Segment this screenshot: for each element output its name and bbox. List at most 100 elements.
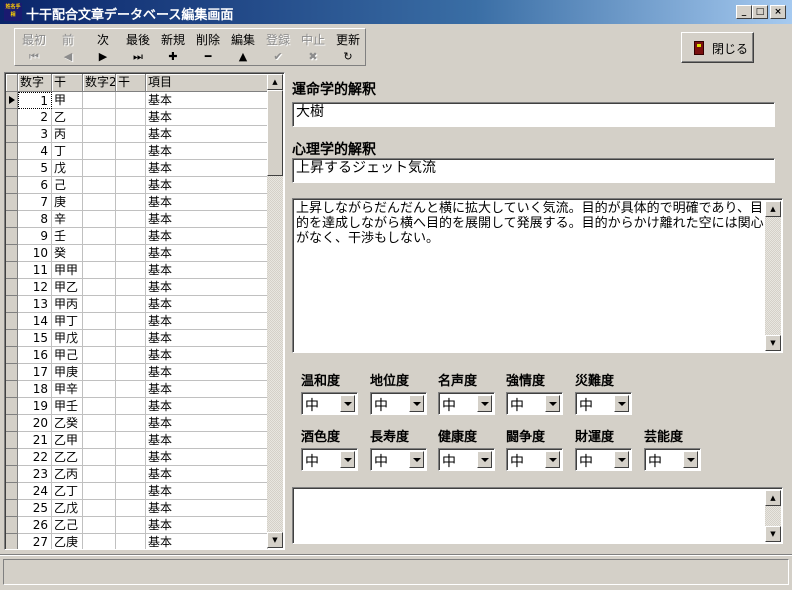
cell-item[interactable]: 基本 bbox=[146, 381, 268, 398]
degree-select[interactable]: 中 bbox=[575, 392, 632, 415]
cell-kan2[interactable] bbox=[116, 262, 146, 279]
cell-number[interactable]: 18 bbox=[18, 381, 52, 398]
row-selector[interactable] bbox=[6, 500, 18, 517]
table-row[interactable]: 2 乙 基本 bbox=[6, 109, 268, 126]
row-selector[interactable] bbox=[6, 466, 18, 483]
notes-scroll-up-icon[interactable]: ▲ bbox=[765, 490, 781, 506]
row-selector[interactable] bbox=[6, 177, 18, 194]
table-row[interactable]: 13 甲丙 基本 bbox=[6, 296, 268, 313]
cell-item[interactable]: 基本 bbox=[146, 245, 268, 262]
row-selector[interactable] bbox=[6, 517, 18, 534]
cell-kan[interactable]: 甲甲 bbox=[52, 262, 83, 279]
column-header-kan2[interactable]: 干 bbox=[116, 74, 146, 92]
degree-select[interactable]: 中 bbox=[575, 448, 632, 471]
row-selector[interactable] bbox=[6, 211, 18, 228]
cell-kan[interactable]: 庚 bbox=[52, 194, 83, 211]
table-row[interactable]: 17 甲庚 基本 bbox=[6, 364, 268, 381]
cell-number[interactable]: 16 bbox=[18, 347, 52, 364]
cell-item[interactable]: 基本 bbox=[146, 92, 268, 109]
row-selector[interactable] bbox=[6, 330, 18, 347]
cell-item[interactable]: 基本 bbox=[146, 313, 268, 330]
cell-number2[interactable] bbox=[83, 347, 116, 364]
row-selector[interactable] bbox=[6, 194, 18, 211]
cell-number[interactable]: 14 bbox=[18, 313, 52, 330]
cell-number[interactable]: 13 bbox=[18, 296, 52, 313]
cell-number[interactable]: 6 bbox=[18, 177, 52, 194]
cell-number2[interactable] bbox=[83, 228, 116, 245]
cell-number[interactable]: 27 bbox=[18, 534, 52, 549]
cell-kan2[interactable] bbox=[116, 143, 146, 160]
notes-scroll-down-icon[interactable]: ▼ bbox=[765, 526, 781, 542]
cell-kan2[interactable] bbox=[116, 517, 146, 534]
row-selector[interactable] bbox=[6, 262, 18, 279]
cell-kan2[interactable] bbox=[116, 228, 146, 245]
cell-number2[interactable] bbox=[83, 245, 116, 262]
grid-scroll-up-icon[interactable]: ▲ bbox=[267, 74, 283, 90]
cell-kan2[interactable] bbox=[116, 92, 146, 109]
table-row[interactable]: 7 庚 基本 bbox=[6, 194, 268, 211]
column-header-number2[interactable]: 数字2 bbox=[83, 74, 116, 92]
cell-number[interactable]: 15 bbox=[18, 330, 52, 347]
cell-kan2[interactable] bbox=[116, 211, 146, 228]
cell-kan[interactable]: 乙 bbox=[52, 109, 83, 126]
cancel-edit-button[interactable]: 中止 ✖ bbox=[296, 29, 330, 65]
cell-number[interactable]: 25 bbox=[18, 500, 52, 517]
maximize-button[interactable]: □ bbox=[752, 5, 768, 19]
cell-kan[interactable]: 乙庚 bbox=[52, 534, 83, 549]
cell-item[interactable]: 基本 bbox=[146, 347, 268, 364]
cell-item[interactable]: 基本 bbox=[146, 330, 268, 347]
cell-item[interactable]: 基本 bbox=[146, 262, 268, 279]
cell-number2[interactable] bbox=[83, 177, 116, 194]
cell-item[interactable]: 基本 bbox=[146, 160, 268, 177]
memo-scroll-down-icon[interactable]: ▼ bbox=[765, 335, 781, 351]
table-row[interactable]: 25 乙戊 基本 bbox=[6, 500, 268, 517]
degree-select[interactable]: 中 bbox=[644, 448, 701, 471]
table-row[interactable]: 24 乙丁 基本 bbox=[6, 483, 268, 500]
cell-number2[interactable] bbox=[83, 296, 116, 313]
cell-kan[interactable]: 甲戊 bbox=[52, 330, 83, 347]
cell-number[interactable]: 7 bbox=[18, 194, 52, 211]
table-row[interactable]: 12 甲乙 基本 bbox=[6, 279, 268, 296]
cell-number2[interactable] bbox=[83, 126, 116, 143]
table-row[interactable]: 4 丁 基本 bbox=[6, 143, 268, 160]
row-selector[interactable] bbox=[6, 92, 18, 109]
cell-item[interactable]: 基本 bbox=[146, 211, 268, 228]
degree-select[interactable]: 中 bbox=[438, 392, 495, 415]
cell-item[interactable]: 基本 bbox=[146, 177, 268, 194]
cell-number[interactable]: 5 bbox=[18, 160, 52, 177]
cell-kan2[interactable] bbox=[116, 449, 146, 466]
table-row[interactable]: 18 甲辛 基本 bbox=[6, 381, 268, 398]
cell-item[interactable]: 基本 bbox=[146, 126, 268, 143]
grid-scroll-thumb[interactable] bbox=[267, 90, 283, 176]
table-row[interactable]: 6 己 基本 bbox=[6, 177, 268, 194]
row-selector[interactable] bbox=[6, 432, 18, 449]
table-row[interactable]: 16 甲己 基本 bbox=[6, 347, 268, 364]
cell-kan2[interactable] bbox=[116, 313, 146, 330]
row-selector[interactable] bbox=[6, 245, 18, 262]
notes-memo[interactable]: ▲ ▼ bbox=[292, 487, 783, 544]
cell-item[interactable]: 基本 bbox=[146, 500, 268, 517]
cell-kan[interactable]: 壬 bbox=[52, 228, 83, 245]
memo-scrollbar[interactable]: ▲ ▼ bbox=[765, 201, 781, 351]
dropdown-arrow-icon[interactable] bbox=[545, 395, 560, 412]
table-row[interactable]: 1 甲 基本 bbox=[6, 92, 268, 109]
cell-kan[interactable]: 乙甲 bbox=[52, 432, 83, 449]
cell-item[interactable]: 基本 bbox=[146, 364, 268, 381]
cell-number2[interactable] bbox=[83, 364, 116, 381]
cell-kan2[interactable] bbox=[116, 330, 146, 347]
cell-number2[interactable] bbox=[83, 449, 116, 466]
degree-select[interactable]: 中 bbox=[370, 392, 427, 415]
table-row[interactable]: 26 乙己 基本 bbox=[6, 517, 268, 534]
row-selector[interactable] bbox=[6, 228, 18, 245]
cell-number[interactable]: 20 bbox=[18, 415, 52, 432]
cell-number[interactable]: 19 bbox=[18, 398, 52, 415]
row-selector[interactable] bbox=[6, 347, 18, 364]
cell-number[interactable]: 4 bbox=[18, 143, 52, 160]
cell-number[interactable]: 26 bbox=[18, 517, 52, 534]
table-row[interactable]: 20 乙癸 基本 bbox=[6, 415, 268, 432]
cell-number[interactable]: 10 bbox=[18, 245, 52, 262]
cell-item[interactable]: 基本 bbox=[146, 483, 268, 500]
row-selector[interactable] bbox=[6, 126, 18, 143]
row-selector[interactable] bbox=[6, 279, 18, 296]
dropdown-arrow-icon[interactable] bbox=[409, 451, 424, 468]
